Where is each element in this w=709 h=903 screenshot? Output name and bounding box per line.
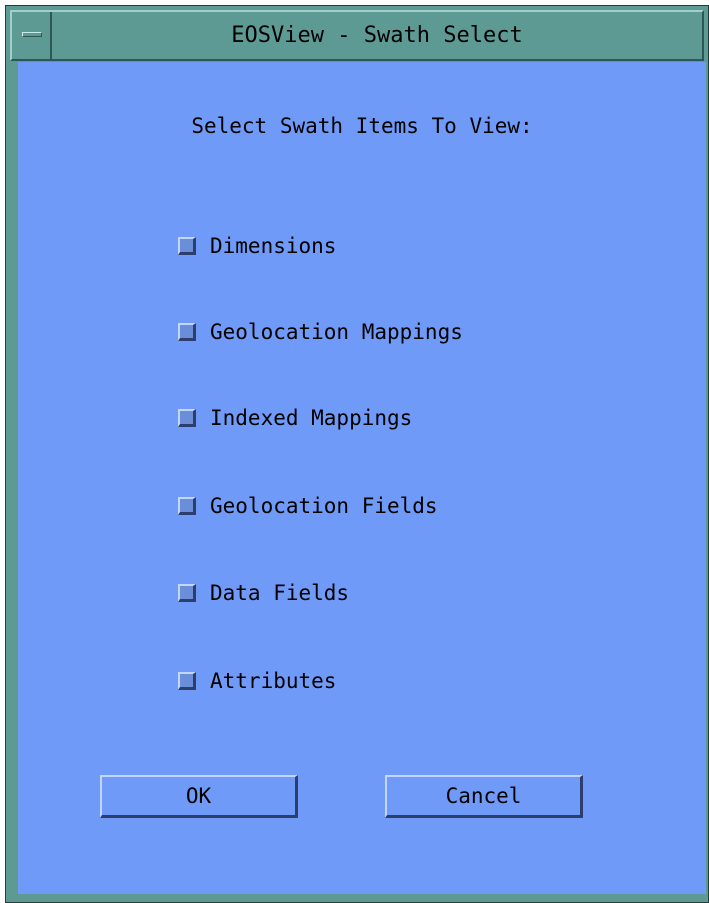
swath-select-window: EOSView - Swath Select Select Swath Item… — [5, 5, 709, 903]
option-geolocation-fields[interactable]: Geolocation Fields — [178, 490, 438, 522]
data-fields-checkbox[interactable] — [178, 584, 196, 602]
window-menu-button[interactable] — [12, 12, 52, 59]
data-fields-label: Data Fields — [210, 581, 350, 605]
dialog-heading: Select Swath Items To View: — [191, 114, 533, 138]
window-menu-icon — [22, 32, 42, 37]
geolocation-fields-label: Geolocation Fields — [210, 494, 438, 518]
dimensions-label: Dimensions — [210, 234, 337, 258]
dimensions-checkbox[interactable] — [178, 237, 196, 255]
option-attributes[interactable]: Attributes — [178, 665, 336, 697]
option-dimensions[interactable]: Dimensions — [178, 230, 336, 262]
option-data-fields[interactable]: Data Fields — [178, 577, 349, 609]
attributes-label: Attributes — [210, 669, 337, 693]
geolocation-mappings-checkbox[interactable] — [178, 323, 196, 341]
option-geolocation-mappings[interactable]: Geolocation Mappings — [178, 316, 463, 348]
geolocation-fields-checkbox[interactable] — [178, 497, 196, 515]
indexed-mappings-label: Indexed Mappings — [210, 406, 413, 430]
window-title-bar[interactable]: EOSView - Swath Select — [10, 10, 704, 61]
attributes-checkbox[interactable] — [178, 672, 196, 690]
option-indexed-mappings[interactable]: Indexed Mappings — [178, 402, 412, 434]
window-title: EOSView - Swath Select — [231, 23, 523, 48]
dialog-body: Select Swath Items To View: Dimensions G… — [18, 62, 706, 894]
cancel-button[interactable]: Cancel — [385, 775, 583, 818]
indexed-mappings-checkbox[interactable] — [178, 409, 196, 427]
geolocation-mappings-label: Geolocation Mappings — [210, 320, 463, 344]
ok-button[interactable]: OK — [100, 775, 298, 818]
